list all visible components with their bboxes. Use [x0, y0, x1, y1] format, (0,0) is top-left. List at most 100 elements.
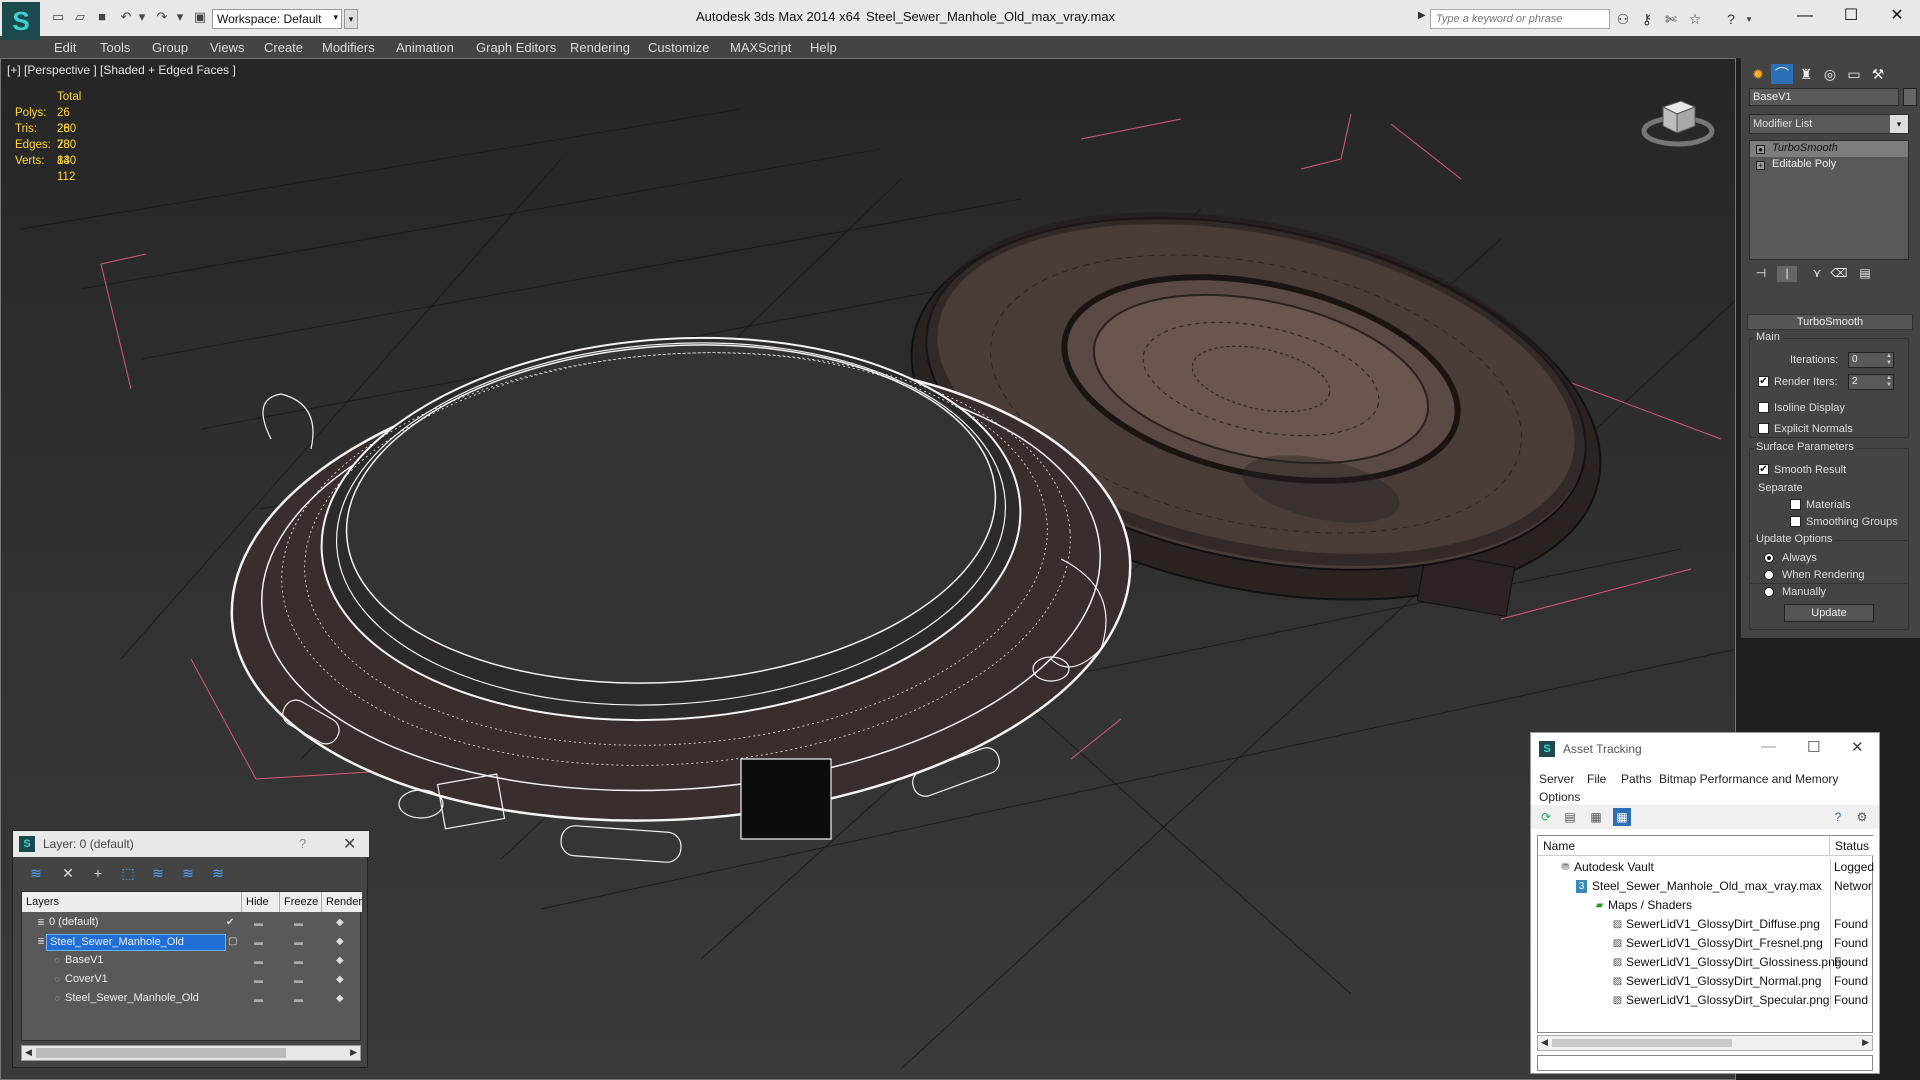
help-icon[interactable]: ?: [1829, 808, 1847, 826]
layer-name[interactable]: 0 (default): [46, 915, 102, 932]
freeze-toggle-icon[interactable]: ▬: [294, 956, 303, 966]
render-column-header[interactable]: Render: [322, 892, 362, 912]
menu-bitmap-performance[interactable]: Bitmap Performance and Memory: [1659, 772, 1838, 786]
asset-row[interactable]: ▨ SewerLidV1_GlossyDirt_Diffuse.png Foun…: [1538, 915, 1874, 934]
asset-row[interactable]: ⛃ Autodesk Vault Logged: [1538, 858, 1874, 877]
menu-views[interactable]: Views: [210, 40, 244, 55]
asset-row[interactable]: ▨ SewerLidV1_GlossyDirt_Normal.png Found: [1538, 972, 1874, 991]
settings-icon[interactable]: ⚙: [1853, 808, 1871, 826]
object-name[interactable]: BaseV1: [62, 953, 107, 970]
workspace-menu-button[interactable]: ▾: [344, 9, 358, 29]
app-logo-icon[interactable]: S: [2, 2, 40, 40]
hide-toggle-icon[interactable]: ▬: [254, 956, 263, 966]
render-teapot-icon[interactable]: ◆: [336, 993, 344, 1004]
object-name[interactable]: Steel_Sewer_Manhole_Old: [62, 991, 202, 1008]
materials-checkbox[interactable]: [1790, 499, 1801, 510]
project-folder-icon[interactable]: ▣: [192, 9, 208, 25]
maximize-button[interactable]: ☐: [1807, 738, 1820, 756]
close-button[interactable]: ✕: [1882, 4, 1912, 28]
update-button[interactable]: Update: [1784, 604, 1874, 622]
display-tab-icon[interactable]: ▭: [1843, 64, 1865, 84]
menu-maxscript[interactable]: MAXScript: [730, 40, 791, 55]
viewcube-icon[interactable]: [1641, 87, 1715, 151]
create-tab-icon[interactable]: ✹: [1747, 64, 1769, 84]
hide-toggle-icon[interactable]: ▬: [254, 975, 263, 985]
highlight-layer-icon[interactable]: ≋: [147, 863, 169, 883]
menu-paths[interactable]: Paths: [1621, 772, 1652, 786]
object-row[interactable]: ◌ CoverV1 ▬ ▬ ◆: [22, 971, 362, 990]
object-row[interactable]: ◌ Steel_Sewer_Manhole_Old ▬ ▬ ◆: [22, 990, 362, 1009]
explicit-normals-checkbox[interactable]: [1758, 423, 1769, 434]
add-to-layer-icon[interactable]: +: [87, 863, 109, 883]
hide-toggle-icon[interactable]: ▬: [254, 937, 263, 947]
freeze-toggle-icon[interactable]: ▬: [294, 918, 303, 928]
hide-all-layers-icon[interactable]: ≋: [177, 863, 199, 883]
name-column-header[interactable]: Name: [1538, 836, 1830, 856]
expand-plus-icon[interactable]: +: [1756, 161, 1765, 170]
freeze-toggle-icon[interactable]: ▬: [294, 994, 303, 1004]
turbosmooth-rollout-header[interactable]: TurboSmooth: [1747, 314, 1913, 330]
binoculars-icon[interactable]: ⚇: [1614, 10, 1632, 28]
layer-row[interactable]: ≣ 0 (default) ✔ ▬ ▬ ◆: [22, 914, 362, 933]
table-view-icon[interactable]: ▦: [1613, 808, 1631, 826]
redo-dropdown-icon[interactable]: ▾: [172, 9, 188, 25]
menu-create[interactable]: Create: [264, 40, 303, 55]
undo-icon[interactable]: ↶: [118, 9, 134, 25]
scroll-left-icon[interactable]: ◀: [1541, 1037, 1548, 1048]
scroll-right-icon[interactable]: ▶: [350, 1047, 357, 1058]
menu-edit[interactable]: Edit: [54, 40, 76, 55]
object-row[interactable]: ◌ BaseV1 ▬ ▬ ◆: [22, 952, 362, 971]
thumbnail-view-icon[interactable]: ▦: [1587, 808, 1605, 826]
menu-modifiers[interactable]: Modifiers: [322, 40, 375, 55]
spinner-arrows-icon[interactable]: ▲ ▼: [1886, 353, 1892, 367]
asset-row[interactable]: ▰ Maps / Shaders: [1538, 896, 1874, 915]
object-color-swatch[interactable]: [1903, 88, 1917, 106]
minimize-button[interactable]: —: [1761, 738, 1776, 755]
help-icon[interactable]: ?: [1722, 10, 1740, 28]
hide-column-header[interactable]: Hide: [242, 892, 280, 912]
when-rendering-radio[interactable]: [1764, 570, 1774, 580]
communication-icon[interactable]: ✄: [1662, 10, 1680, 28]
asset-row[interactable]: ▨ SewerLidV1_GlossyDirt_Glossiness.png F…: [1538, 953, 1874, 972]
smoothing-groups-checkbox[interactable]: [1790, 516, 1801, 527]
menu-help[interactable]: Help: [810, 40, 837, 55]
modifier-list-dropdown[interactable]: Modifier List ▾: [1749, 114, 1909, 134]
spinner-arrows-icon[interactable]: ▲ ▼: [1886, 375, 1892, 389]
maximize-button[interactable]: ☐: [1836, 4, 1866, 28]
help-icon[interactable]: ?: [299, 836, 306, 851]
always-radio[interactable]: [1764, 553, 1774, 563]
layer-window-titlebar[interactable]: S Layer: 0 (default) ? ✕: [13, 831, 369, 857]
status-column-header[interactable]: Status: [1830, 836, 1874, 856]
make-unique-icon[interactable]: ⋎: [1807, 266, 1827, 282]
close-icon[interactable]: ✕: [343, 834, 356, 854]
render-iters-spinner[interactable]: 2 ▲ ▼: [1848, 374, 1894, 390]
asset-window-titlebar[interactable]: S Asset Tracking — ☐ ✕: [1531, 733, 1879, 763]
render-teapot-icon[interactable]: ◆: [336, 974, 344, 985]
scrollbar-thumb[interactable]: [1552, 1039, 1732, 1047]
menu-file[interactable]: File: [1587, 772, 1606, 786]
hide-toggle-icon[interactable]: ▬: [254, 918, 263, 928]
refresh-icon[interactable]: ⟳: [1537, 808, 1555, 826]
smooth-result-checkbox[interactable]: ✔: [1758, 464, 1769, 475]
freeze-column-header[interactable]: Freeze: [280, 892, 322, 912]
render-teapot-icon[interactable]: ◆: [336, 955, 344, 966]
search-expand-icon[interactable]: ▶: [1418, 10, 1426, 21]
open-file-icon[interactable]: ▱: [72, 9, 88, 25]
scrollbar-thumb[interactable]: [36, 1048, 286, 1058]
scroll-left-icon[interactable]: ◀: [25, 1047, 32, 1058]
freeze-all-layers-icon[interactable]: ≋: [207, 863, 229, 883]
isoline-display-checkbox[interactable]: [1758, 402, 1769, 413]
save-file-icon[interactable]: ■: [94, 9, 110, 25]
new-file-icon[interactable]: ▭: [50, 9, 66, 25]
undo-dropdown-icon[interactable]: ▾: [134, 9, 150, 25]
stack-item-turbosmooth[interactable]: ● TurboSmooth: [1750, 141, 1908, 157]
motion-tab-icon[interactable]: ◎: [1819, 64, 1841, 84]
render-teapot-icon[interactable]: ◆: [336, 917, 344, 928]
redo-icon[interactable]: ↷: [154, 9, 170, 25]
show-end-result-icon[interactable]: |: [1777, 266, 1797, 282]
hierarchy-tab-icon[interactable]: ♜: [1795, 64, 1817, 84]
asset-row[interactable]: 3 Steel_Sewer_Manhole_Old_max_vray.max N…: [1538, 877, 1874, 896]
make-active-layer-icon[interactable]: ▢: [228, 936, 237, 947]
menu-options[interactable]: Options: [1539, 790, 1580, 804]
favorites-star-icon[interactable]: ☆: [1686, 10, 1704, 28]
